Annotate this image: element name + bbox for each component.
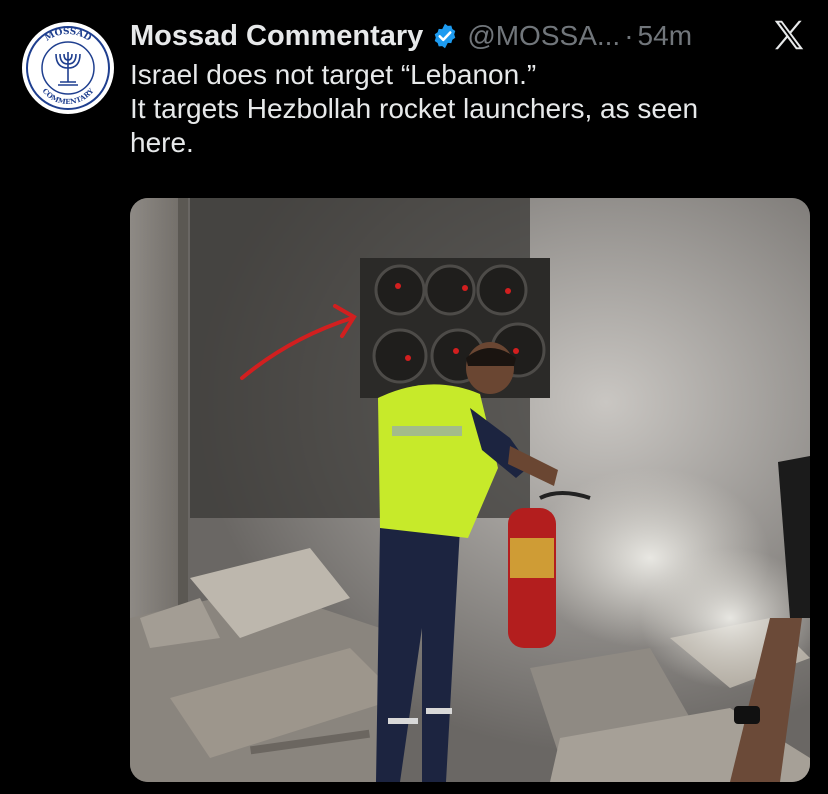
tweet-text: Israel does not target “Lebanon.” It tar… bbox=[130, 58, 810, 160]
tweet-header: Mossad Commentary @MOSSA... · 54m bbox=[130, 16, 808, 56]
post-timestamp[interactable]: 54m bbox=[638, 20, 692, 52]
author-name[interactable]: Mossad Commentary bbox=[130, 20, 423, 53]
tweet-text-line: Israel does not target “Lebanon.” bbox=[130, 59, 537, 90]
x-logo-icon bbox=[770, 16, 808, 54]
tweet-text-line: It targets Hezbollah rocket launchers, a… bbox=[130, 93, 699, 124]
verified-badge-icon bbox=[431, 22, 459, 50]
separator-dot: · bbox=[624, 20, 634, 51]
launcher-tubes bbox=[360, 258, 550, 398]
tweet-photo[interactable] bbox=[130, 198, 810, 782]
author-handle[interactable]: @MOSSA... bbox=[467, 20, 620, 52]
tweet-text-line: here. bbox=[130, 127, 194, 158]
avatar[interactable]: MOSSAD COMMENTARY bbox=[22, 22, 114, 114]
